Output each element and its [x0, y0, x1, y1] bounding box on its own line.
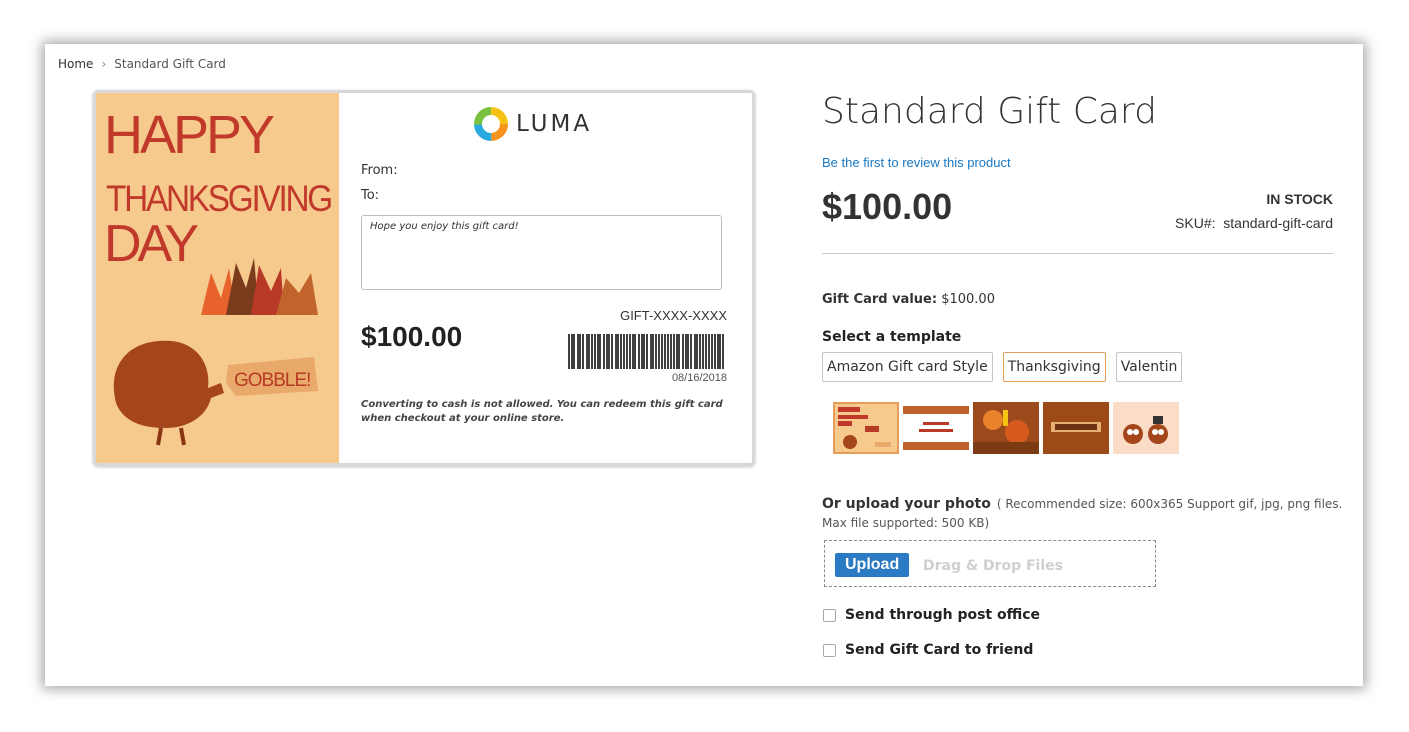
select-template-label: Select a template [822, 329, 962, 345]
leaves-icon [201, 258, 318, 315]
to-label: To: [361, 188, 380, 203]
upload-title-label: Or upload your photo [822, 496, 991, 512]
stock-status: IN STOCK [1266, 191, 1333, 207]
template-amazon-button[interactable]: Amazon Gift card Style [822, 352, 993, 382]
from-label: From: [361, 163, 398, 178]
upload-dropzone[interactable]: Upload Drag & Drop Files [824, 540, 1156, 587]
send-to-friend-checkbox[interactable]: Send Gift Card to friend [823, 642, 1033, 658]
send-post-office-checkbox[interactable]: Send through post office [823, 607, 1040, 623]
divider [822, 253, 1333, 254]
thanksgiving-illustration: HAPPY THANKSGIVING DAY GOBBLE! [104, 105, 334, 446]
upload-title: Or upload your photo ( Recommended size: … [822, 496, 1342, 512]
gift-card-preview: HAPPY THANKSGIVING DAY GOBBLE! LUMA From… [93, 90, 755, 466]
thumb-turkeys[interactable] [1113, 402, 1179, 454]
send-to-friend-label: Send Gift Card to friend [845, 642, 1034, 658]
art-line-day: DAY [104, 215, 198, 273]
thumb-thanksgiving-banner[interactable] [1043, 402, 1109, 454]
luma-logo: LUMA [474, 107, 592, 141]
card-date: 08/16/2018 [671, 372, 727, 384]
send-post-office-label: Send through post office [845, 607, 1041, 623]
message-box: Hope you enjoy this gift card! [361, 215, 722, 290]
gift-card-value: Gift Card value: $100.00 [822, 292, 995, 307]
art-line-thanksgiving: THANKSGIVING [106, 178, 332, 219]
card-price: $100.00 [361, 321, 463, 352]
gift-card-details: LUMA From: To: Hope you enjoy this gift … [339, 93, 752, 463]
thumb-autumn-candles[interactable] [973, 402, 1039, 454]
sku-label: SKU#: [1175, 215, 1216, 231]
sku-value: standard-gift-card [1223, 215, 1333, 231]
gobble-bubble-icon: GOBBLE! [226, 357, 318, 396]
checkbox-icon[interactable] [823, 643, 836, 657]
thumb-happy-thanksgiving-leaves[interactable] [903, 402, 969, 454]
template-buttons: Amazon Gift card Style Thanksgiving Vale… [822, 352, 1183, 382]
breadcrumb-separator: › [101, 57, 107, 71]
page-title: Standard Gift Card [822, 91, 1157, 132]
gift-card-value-label: Gift Card value: [822, 292, 938, 307]
page-frame: Home › Standard Gift Card HAPPY THANKSGIVI… [45, 44, 1363, 686]
template-thanksgiving-button[interactable]: Thanksgiving [1002, 352, 1106, 382]
upload-hint: ( Recommended size: 600x365 Support gif,… [996, 497, 1343, 511]
art-line-happy: HAPPY [104, 105, 274, 165]
turkey-icon [113, 340, 224, 446]
gift-card-value-amount: $100.00 [941, 292, 995, 307]
card-note: Converting to cash is not allowed. You c… [361, 399, 723, 424]
breadcrumb-home[interactable]: Home [58, 57, 93, 71]
breadcrumb: Home › Standard Gift Card [58, 57, 226, 71]
template-valentin-button[interactable]: Valentin [1115, 352, 1183, 382]
sku: SKU#: standard-gift-card [1175, 215, 1333, 231]
upload-hint-size: Max file supported: 500 KB) [822, 516, 990, 530]
template-thumbnails [833, 402, 1179, 454]
review-link[interactable]: Be the first to review this product [822, 155, 1011, 170]
barcode-icon [567, 334, 725, 369]
luma-logo-icon [474, 107, 508, 141]
luma-logo-text: LUMA [516, 111, 593, 137]
art-gobble: GOBBLE! [234, 370, 310, 391]
checkbox-icon[interactable] [823, 608, 836, 622]
thanksgiving-artwork: HAPPY THANKSGIVING DAY GOBBLE! [96, 93, 339, 463]
gift-code: GIFT-XXXX-XXXX [620, 308, 727, 323]
product-price: $100.00 [822, 186, 953, 227]
thumb-happy-thanksgiving[interactable] [833, 402, 899, 454]
breadcrumb-current: Standard Gift Card [114, 57, 226, 71]
drag-drop-text: Drag & Drop Files [923, 558, 1063, 574]
upload-button[interactable]: Upload [835, 553, 910, 577]
